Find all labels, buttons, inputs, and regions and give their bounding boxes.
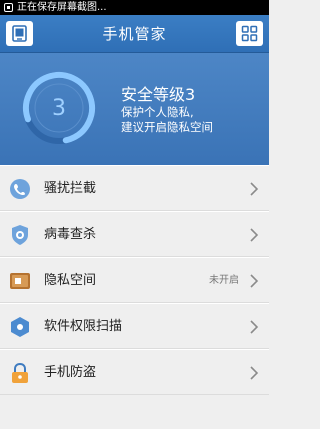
phone-icon [12, 25, 27, 42]
list-item-label: 骚扰拦截 [44, 181, 97, 196]
security-level-number: 3 [52, 95, 66, 121]
list-item-permission-scan[interactable]: 软件权限扫描 [0, 303, 269, 349]
screenshot-icon [4, 3, 13, 12]
chevron-right-icon [250, 274, 259, 288]
security-description: 保护个人隐私, 建议开启隐私空间 [121, 105, 213, 135]
anti-theft-lock-icon [12, 362, 28, 383]
security-level-title: 安全等级3 [121, 85, 196, 104]
privacy-safe-icon [10, 273, 30, 289]
list-item-label: 隐私空间 [44, 273, 97, 288]
phone-shield-icon [10, 179, 30, 199]
list-item-label: 病毒查杀 [44, 227, 97, 242]
feature-list: 骚扰拦截 病毒查杀 隐私空间 未开启 软件权限扫描 手机防盗 [0, 165, 269, 395]
list-item-harassment-block[interactable]: 骚扰拦截 [0, 165, 269, 211]
status-badge: 未开启 [209, 275, 239, 286]
list-item-label: 软件权限扫描 [44, 319, 123, 334]
chevron-right-icon [250, 366, 259, 380]
status-text: 正在保存屏幕截图... [17, 2, 107, 13]
list-item-label: 手机防盗 [44, 365, 97, 380]
apps-button[interactable] [236, 21, 263, 46]
chevron-right-icon [250, 228, 259, 242]
list-item-anti-theft[interactable]: 手机防盗 [0, 349, 269, 395]
list-item-virus-scan[interactable]: 病毒查杀 [0, 211, 269, 257]
list-item-privacy-space[interactable]: 隐私空间 未开启 [0, 257, 269, 303]
phone-button[interactable] [6, 21, 33, 46]
chevron-right-icon [250, 320, 259, 334]
page-title: 手机管家 [102, 25, 167, 43]
chevron-right-icon [250, 182, 259, 196]
title-bar: 手机管家 [0, 15, 269, 53]
grid-icon [241, 25, 258, 42]
security-panel[interactable]: 3 安全等级3 保护个人隐私, 建议开启隐私空间 [0, 53, 269, 165]
security-description-line1: 保护个人隐私, [121, 105, 194, 119]
permission-scan-icon [11, 317, 29, 337]
security-description-line2: 建议开启隐私空间 [121, 120, 213, 134]
status-bar: 正在保存屏幕截图... [0, 0, 269, 15]
virus-scan-icon [12, 225, 28, 245]
